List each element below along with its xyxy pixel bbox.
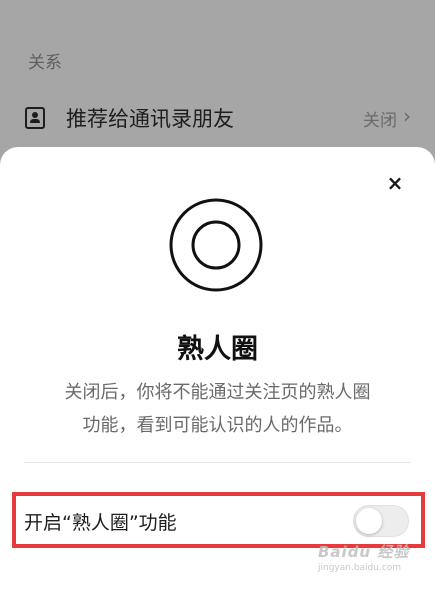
- baidu-watermark: Baidu 经验 jingyan.baidu.com: [318, 541, 409, 573]
- close-icon[interactable]: ×: [383, 171, 407, 195]
- divider: [24, 462, 411, 463]
- sheet-description-line1: 关闭后，你将不能通过关注页的熟人圈: [64, 382, 371, 403]
- recommend-to-contacts-row[interactable]: 推荐给通讯录朋友 关闭 ›: [0, 94, 435, 142]
- toggle-knob: [356, 508, 382, 534]
- concentric-circles-icon: [169, 198, 263, 292]
- sheet-title: 熟人圈: [177, 334, 258, 365]
- enable-acquaintance-circle-toggle[interactable]: [353, 505, 409, 537]
- sheet-description-line2: 功能，看到可能认识的人的作品。: [82, 415, 353, 436]
- recommend-to-contacts-label: 推荐给通讯录朋友: [66, 107, 234, 131]
- enable-acquaintance-circle-label: 开启“熟人圈”功能: [24, 512, 177, 534]
- section-label-relationship: 关系: [28, 53, 62, 73]
- bottom-sheet: × 熟人圈 关闭后，你将不能通过关注页的熟人圈 功能，看到可能认识的人的作品。 …: [0, 147, 435, 593]
- chevron-right-icon: ›: [403, 104, 411, 128]
- watermark-sub-text: jingyan.baidu.com: [318, 563, 402, 573]
- watermark-main-text: Baidu 经验: [318, 543, 410, 561]
- recommend-to-contacts-value: 关闭: [363, 111, 397, 131]
- contact-card-icon: [25, 107, 45, 129]
- enable-acquaintance-circle-row: 开启“熟人圈”功能: [0, 491, 435, 547]
